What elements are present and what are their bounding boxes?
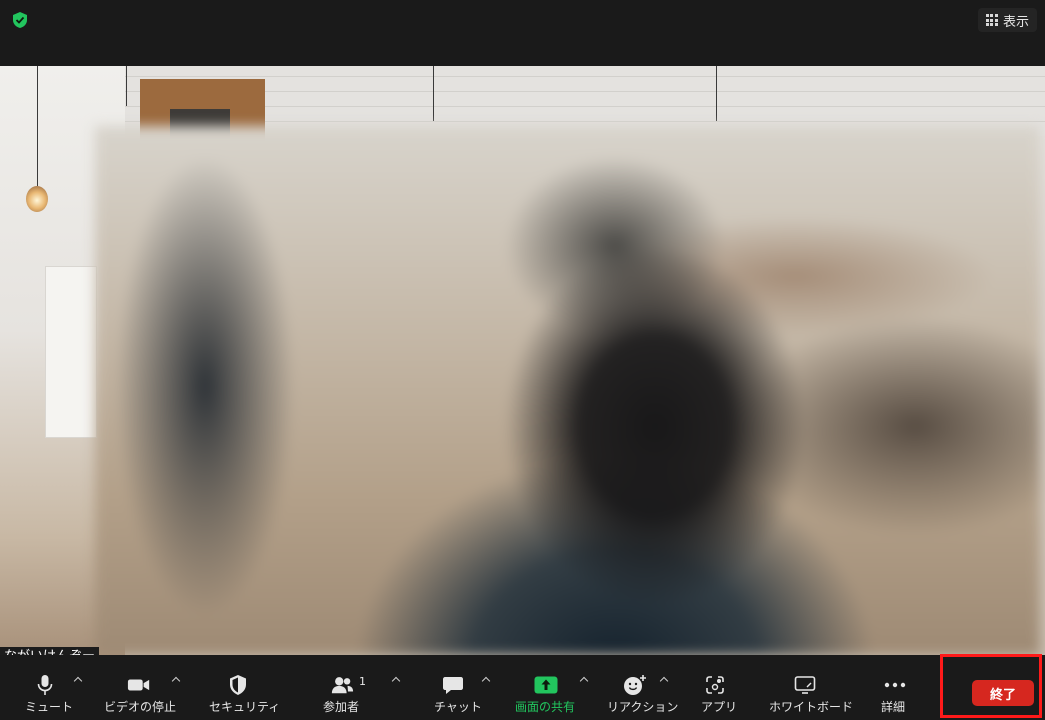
encryption-shield-icon[interactable] [10,10,30,30]
pendant-cord [433,66,434,121]
security-shield-icon [226,673,250,697]
whiteboard-icon [793,673,817,697]
share-options-caret[interactable] [579,675,589,685]
share-screen-icon [534,673,558,697]
whiteboard-label: ホワイトボード [769,700,854,714]
reaction-smiley-icon [623,673,647,697]
whiteboard-button[interactable]: ホワイトボード [765,655,853,720]
video-options-caret[interactable] [171,675,181,685]
chat-options-caret[interactable] [481,675,491,685]
reactions-options-caret[interactable] [659,675,669,685]
more-label: 詳細 [881,700,906,714]
pendant-cord [126,66,127,106]
participants-label: 参加者 [323,700,360,714]
pendant-bulb [26,186,48,212]
share-screen-button[interactable]: 画面の共有 [510,655,582,720]
chat-label: チャット [434,700,482,714]
video-camera-icon [127,673,151,697]
pendant-cord [716,66,717,121]
end-meeting-label: 終了 [989,687,1016,703]
share-screen-label: 画面の共有 [515,700,576,714]
participant-video [0,66,1045,655]
stop-video-label: ビデオの停止 [104,700,177,714]
stop-video-button[interactable]: ビデオの停止 [100,655,180,720]
reactions-button[interactable]: リアクション [603,655,678,720]
security-label: セキュリティ [209,700,281,714]
background-door [45,266,97,438]
top-bar: 表示 [0,0,1045,66]
view-button-label: 表示 [1002,14,1029,30]
grid-view-icon [985,14,998,26]
reactions-label: リアクション [607,700,679,714]
apps-button[interactable]: アプリ [695,655,738,720]
microphone-icon [33,673,57,697]
participants-options-caret[interactable] [391,675,401,685]
end-meeting-button[interactable]: 終了 [972,680,1034,706]
meeting-toolbar: ミュート ビデオの停止 セキュリティ 1 参加者 チャット 画面の共有 リアクシ… [0,655,1045,720]
view-button[interactable]: 表示 [977,8,1037,32]
mute-button[interactable]: ミュート [20,655,74,720]
chat-button[interactable]: チャット [428,655,482,720]
apps-icon [703,673,727,697]
mute-label: ミュート [25,700,74,714]
participants-count: 1 [359,675,366,688]
pendant-cord [37,66,38,186]
more-button[interactable]: 詳細 [875,655,915,720]
participants-icon [330,673,354,697]
mute-options-caret[interactable] [73,675,83,685]
apps-label: アプリ [701,700,738,714]
security-button[interactable]: セキュリティ [205,655,280,720]
participants-button[interactable]: 1 参加者 [315,655,371,720]
chat-bubble-icon [441,673,465,697]
blurred-participant [95,126,1040,655]
more-dots-icon [883,673,907,697]
